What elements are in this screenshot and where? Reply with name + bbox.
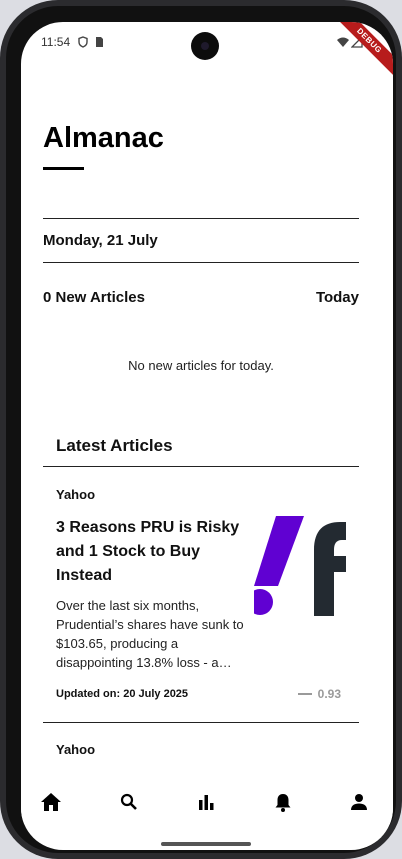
gesture-home-bar[interactable] [161, 842, 251, 846]
yahoo-finance-logo-icon [254, 516, 346, 616]
bar-chart-icon[interactable] [195, 791, 217, 813]
bottom-navigation [21, 780, 393, 824]
article-thumbnail[interactable] [254, 516, 346, 616]
sentiment-score: 0.93 [297, 687, 341, 701]
new-articles-count: 0 New Articles [43, 289, 145, 306]
article-source: Yahoo [56, 487, 96, 502]
page-title: Almanac [43, 122, 164, 154]
score-value: 0.93 [317, 687, 341, 701]
person-icon[interactable] [348, 791, 370, 813]
device-bezel: 11:54 DEBUG Almanac Monday, 21 July 0 Ne… [6, 6, 396, 853]
latest-articles-heading: Latest Articles [56, 436, 173, 455]
today-label: Today [315, 289, 359, 306]
empty-state-message: No new articles for today. [128, 358, 274, 373]
main-content: Almanac Monday, 21 July 0 New Articles T… [21, 22, 393, 850]
divider [43, 466, 359, 467]
screen: 11:54 DEBUG Almanac Monday, 21 July 0 Ne… [21, 22, 393, 850]
article-updated-date: Updated on: 20 July 2025 [56, 688, 189, 700]
article-source: Yahoo [56, 742, 96, 757]
bell-icon[interactable] [272, 791, 294, 813]
current-date: Monday, 21 July [43, 232, 158, 249]
home-icon[interactable] [40, 791, 62, 813]
divider [43, 262, 359, 263]
divider [43, 722, 359, 723]
neutral-dash-icon [297, 692, 312, 695]
article-summary: Over the last six months, Prudential’s s… [56, 598, 244, 670]
title-underline [43, 167, 84, 170]
search-icon[interactable] [118, 791, 140, 813]
article-title[interactable]: 3 Reasons PRU is Risky and 1 Stock to Bu… [56, 516, 248, 588]
divider [43, 218, 359, 219]
device-frame: 11:54 DEBUG Almanac Monday, 21 July 0 Ne… [0, 0, 402, 859]
